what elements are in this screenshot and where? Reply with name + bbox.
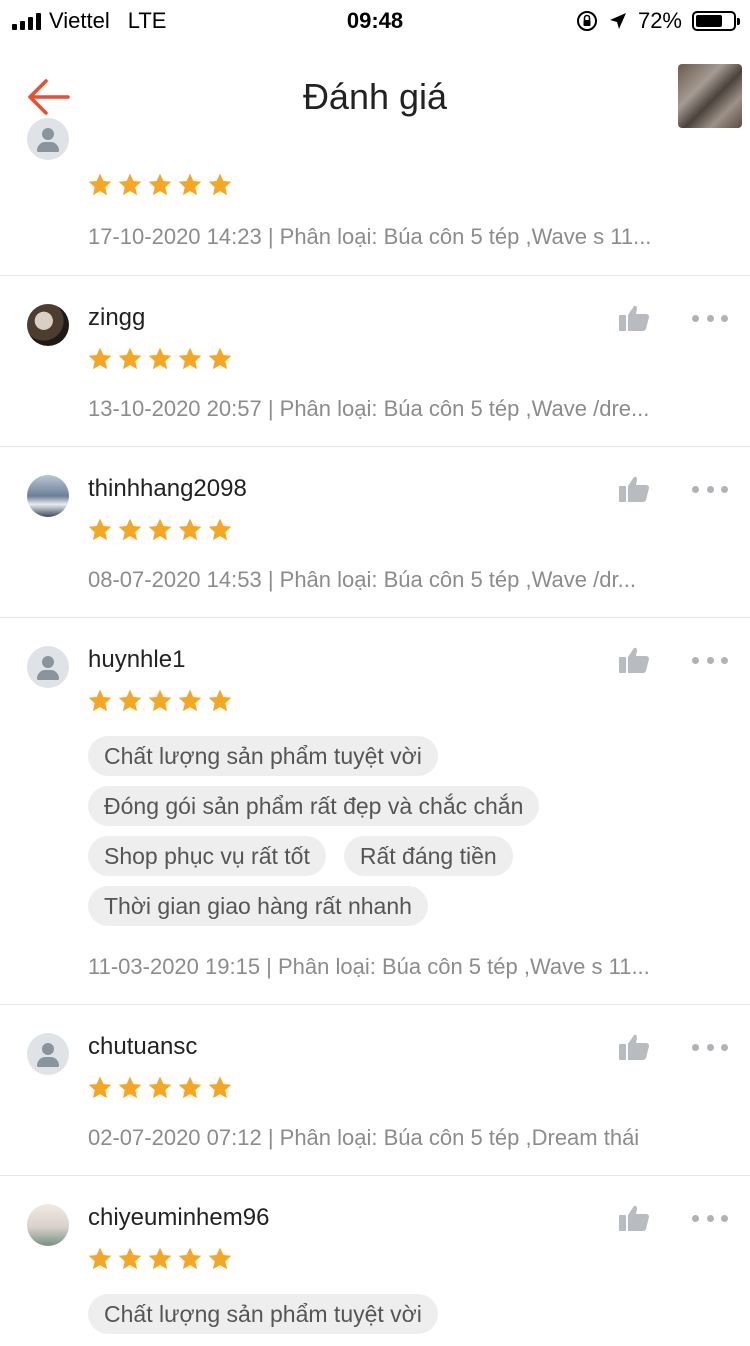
star-icon xyxy=(148,1076,172,1099)
rating-stars xyxy=(87,346,233,372)
review-username: thinhhang2098 xyxy=(88,475,247,502)
star-icon xyxy=(88,689,112,712)
review-meta: 02-07-2020 07:12 | Phân loại: Búa côn 5 … xyxy=(88,1125,640,1150)
avatar xyxy=(27,304,69,346)
thumbs-up-icon[interactable] xyxy=(618,304,650,332)
more-options-icon[interactable] xyxy=(692,486,728,496)
more-options-icon[interactable] xyxy=(692,1044,728,1054)
battery-icon xyxy=(692,11,740,31)
star-icon xyxy=(178,173,202,196)
thumbs-up-icon[interactable] xyxy=(618,1204,650,1232)
star-icon xyxy=(118,1247,142,1270)
star-icon xyxy=(88,347,112,370)
star-icon xyxy=(178,347,202,370)
review-meta: 17-10-2020 14:23 | Phân loại: Búa côn 5 … xyxy=(88,224,652,249)
review-username: chiyeuminhem96 xyxy=(88,1204,270,1231)
avatar xyxy=(27,1033,69,1075)
avatar xyxy=(27,1204,69,1246)
more-options-icon[interactable] xyxy=(692,1215,728,1225)
thumbs-up-icon[interactable] xyxy=(618,1033,650,1061)
star-icon xyxy=(118,689,142,712)
star-icon xyxy=(118,1076,142,1099)
review-meta: 13-10-2020 20:57 | Phân loại: Búa côn 5 … xyxy=(88,396,650,421)
review-list: 17-10-2020 14:23 | Phân loại: Búa côn 5 … xyxy=(0,118,750,1346)
rating-stars xyxy=(87,1246,233,1272)
review-item: thinhhang2098 08-07-2020 14:53 | Phân lo… xyxy=(0,447,750,618)
header: Đánh giá xyxy=(0,40,750,140)
review-tag: Rất đáng tiền xyxy=(343,836,513,876)
more-options-icon[interactable] xyxy=(692,315,728,325)
rating-stars xyxy=(87,688,233,714)
avatar xyxy=(27,475,69,517)
review-tags: Chất lượng sản phẩm tuyệt vời Đóng gói s… xyxy=(88,736,728,926)
star-icon xyxy=(118,347,142,370)
review-item: chiyeuminhem96 Chất lượng sản phẩm tuyệt… xyxy=(0,1176,750,1346)
review-tag: Đóng gói sản phẩm rất đẹp và chắc chắn xyxy=(88,786,540,826)
review-tags: Chất lượng sản phẩm tuyệt vời xyxy=(88,1294,728,1334)
star-icon xyxy=(208,1247,232,1270)
star-icon xyxy=(178,518,202,541)
review-tag: Thời gian giao hàng rất nhanh xyxy=(88,886,428,926)
review-username: zingg xyxy=(88,304,146,331)
star-icon xyxy=(88,1247,112,1270)
rating-stars xyxy=(87,1075,233,1101)
review-tag: Chất lượng sản phẩm tuyệt vời xyxy=(88,1294,438,1334)
star-icon xyxy=(178,1247,202,1270)
star-icon xyxy=(208,518,232,541)
review-item: zingg 13-10-2020 20:57 | Phân loại: Búa … xyxy=(0,276,750,447)
location-arrow-icon xyxy=(609,13,626,29)
thumbs-up-icon[interactable] xyxy=(618,475,650,503)
star-icon xyxy=(208,173,232,196)
review-tag: Chất lượng sản phẩm tuyệt vời xyxy=(88,736,438,776)
review-tag: Shop phục vụ rất tốt xyxy=(88,836,326,876)
avatar xyxy=(27,646,69,688)
star-icon xyxy=(148,173,172,196)
review-item: huynhle1 Chất lượng sản phẩm tuyệt vời Đ… xyxy=(0,618,750,1005)
star-icon xyxy=(88,518,112,541)
thumbs-up-icon[interactable] xyxy=(618,646,650,674)
avatar xyxy=(27,118,69,160)
more-options-icon[interactable] xyxy=(692,657,728,667)
review-meta: 11-03-2020 19:15 | Phân loại: Búa côn 5 … xyxy=(88,954,650,979)
review-username: huynhle1 xyxy=(88,646,186,673)
rating-stars xyxy=(87,172,233,198)
star-icon xyxy=(178,689,202,712)
status-right: 72% xyxy=(576,8,740,34)
product-thumbnail[interactable] xyxy=(678,64,742,128)
orientation-lock-icon xyxy=(576,11,597,31)
star-icon xyxy=(118,173,142,196)
star-icon xyxy=(208,689,232,712)
star-icon xyxy=(148,347,172,370)
star-icon xyxy=(88,173,112,196)
battery-fill xyxy=(696,15,722,27)
review-username: chutuansc xyxy=(88,1033,198,1060)
star-icon xyxy=(178,1076,202,1099)
review-meta: 08-07-2020 14:53 | Phân loại: Búa côn 5 … xyxy=(88,567,636,592)
star-icon xyxy=(88,1076,112,1099)
star-icon xyxy=(148,518,172,541)
battery-percent: 72% xyxy=(637,8,682,33)
status-bar: Viettel LTE 09:48 72% xyxy=(0,0,750,40)
page-title: Đánh giá xyxy=(302,76,448,117)
review-item: chutuansc 02-07-2020 07:12 | Phân loại: … xyxy=(0,1005,750,1176)
review-item: 17-10-2020 14:23 | Phân loại: Búa côn 5 … xyxy=(0,118,750,276)
star-icon xyxy=(118,518,142,541)
star-icon xyxy=(208,1076,232,1099)
rating-stars xyxy=(87,517,233,543)
star-icon xyxy=(148,689,172,712)
star-icon xyxy=(148,1247,172,1270)
star-icon xyxy=(208,347,232,370)
